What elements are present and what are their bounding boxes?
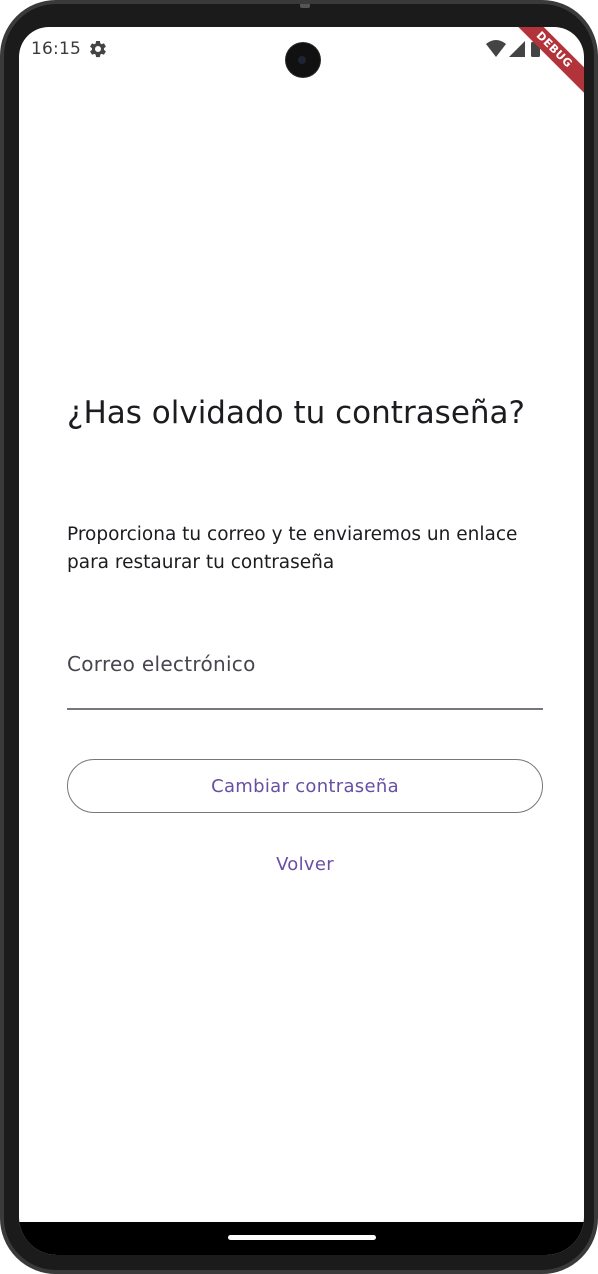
change-password-button[interactable]: Cambiar contraseña <box>67 759 543 813</box>
page-subtitle: Proporciona tu correo y te enviaremos un… <box>67 524 518 573</box>
device-frame: 16:15 DEBUG ¿Has olvidado tu contraseña?… <box>0 0 598 1274</box>
home-indicator[interactable] <box>228 1235 376 1240</box>
navigation-bar <box>19 1222 584 1255</box>
email-field[interactable]: Correo electrónico <box>67 642 543 710</box>
settings-gear-icon <box>90 40 106 58</box>
page-title: ¿Has olvidado tu contraseña? <box>67 395 526 431</box>
status-bar: 16:15 DEBUG <box>19 27 584 99</box>
email-field-label: Correo electrónico <box>67 652 256 676</box>
debug-banner: DEBUG <box>505 27 584 99</box>
device-button <box>300 4 310 8</box>
back-button[interactable]: Volver <box>67 847 543 881</box>
status-time: 16:15 <box>31 39 81 59</box>
app-screen: 16:15 DEBUG ¿Has olvidado tu contraseña?… <box>19 27 584 1255</box>
front-camera <box>286 43 320 77</box>
cellular-signal-icon <box>509 41 525 57</box>
wifi-icon <box>486 40 506 57</box>
email-field-underline <box>67 708 543 710</box>
